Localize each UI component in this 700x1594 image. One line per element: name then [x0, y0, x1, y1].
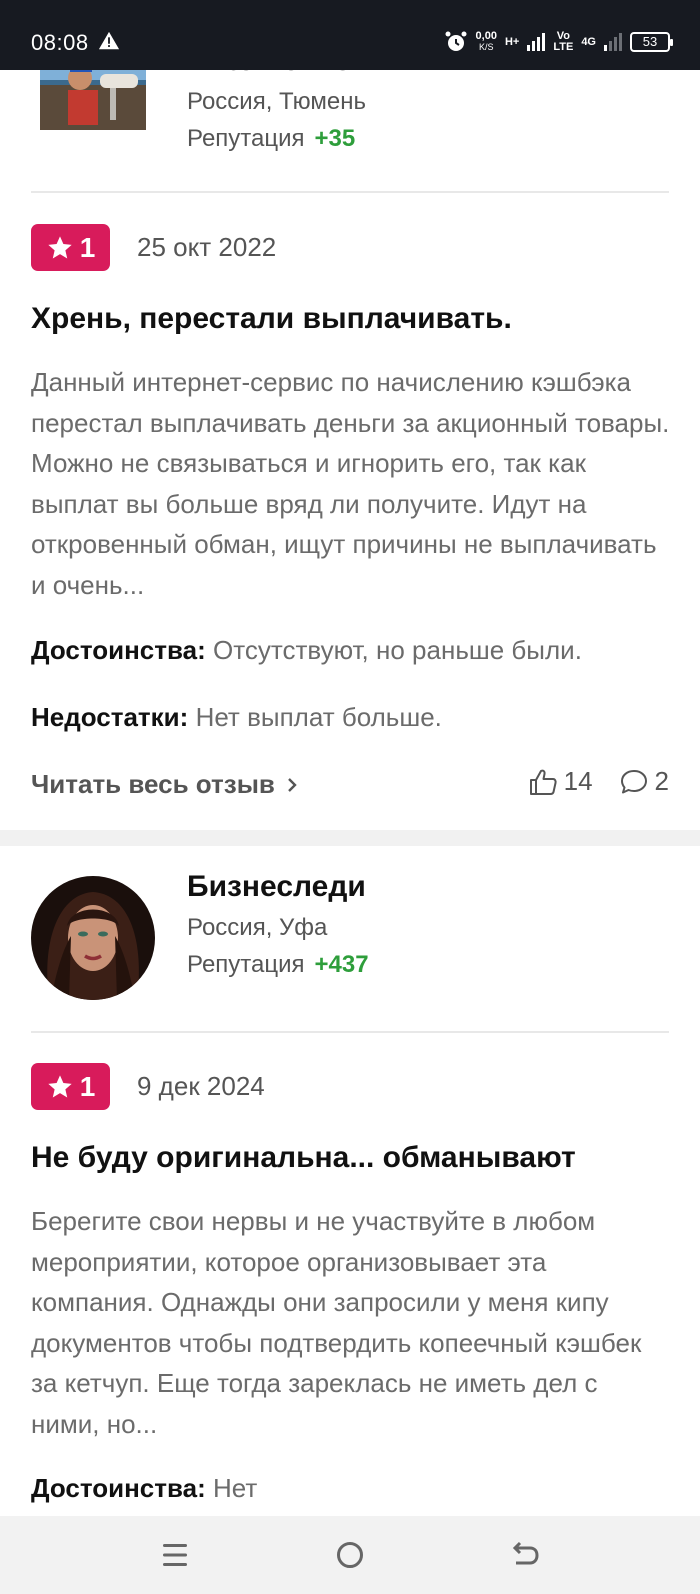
avatar[interactable] [40, 70, 146, 130]
divider [31, 191, 669, 193]
reviews-feed[interactable]: Antonio Mo Россия, Тюмень Репутация +35 1… [0, 70, 700, 1516]
review-title[interactable]: Хрень, перестали выплачивать. [31, 302, 671, 336]
rating-badge: 1 [31, 1063, 110, 1110]
review-cons: Недостатки: Нет выплат больше. [31, 702, 671, 733]
reputation-label: Репутация [187, 125, 305, 152]
net-speed-unit: K/S [479, 42, 494, 52]
battery-icon: 53 [630, 32, 673, 52]
like-button[interactable]: 14 [528, 766, 593, 797]
reputation-value: +35 [314, 125, 356, 152]
signal-icon-2 [604, 33, 622, 51]
net-type-volte: Vo LTE [553, 31, 573, 53]
chevron-right-icon [288, 777, 297, 792]
status-icons: 0,00 K/S H+ Vo LTE 4G 53 [444, 28, 673, 56]
review-separator [0, 830, 700, 846]
read-full-review-link[interactable]: Читать весь отзыв [31, 769, 299, 800]
review-date: 9 дек 2024 [137, 1071, 265, 1101]
net-speed: 0,00 K/S [476, 31, 497, 53]
rating-value: 1 [79, 231, 96, 263]
review-title[interactable]: Не буду оригинальна... обманывают [31, 1141, 671, 1175]
avatar[interactable] [31, 876, 155, 1000]
home-icon[interactable] [333, 1538, 367, 1572]
likes-count: 14 [563, 766, 593, 796]
review-author[interactable]: Бизнеследи Россия, Уфа Репутация +437 [0, 856, 700, 1006]
rating-badge: 1 [31, 224, 110, 271]
star-icon [48, 235, 72, 258]
review-stats: 14 2 [528, 766, 669, 797]
warning-icon [98, 31, 120, 50]
author-reputation: Репутация +437 [187, 951, 369, 979]
net-speed-value: 0,00 [475, 30, 497, 42]
review-body[interactable]: Берегите свои нервы и не участвуйте в лю… [31, 1201, 671, 1444]
menu-icon[interactable] [158, 1538, 192, 1572]
author-location: Россия, Тюмень [187, 88, 366, 115]
comment-icon [620, 769, 647, 793]
rating-value: 1 [79, 1070, 96, 1102]
pros-text: Отсутствуют, но раньше были. [213, 635, 582, 665]
divider [31, 1031, 669, 1033]
reputation-value: +437 [314, 951, 369, 978]
review-pros: Достоинства: Отсутствуют, но раньше были… [31, 635, 671, 666]
review-pros: Достоинства: Нет [31, 1473, 671, 1504]
status-bar: 08:08 0,00 K/S H+ Vo LTE 4G 53 [0, 0, 700, 70]
star-icon [48, 1074, 72, 1097]
review-author[interactable]: Antonio Mo Россия, Тюмень Репутация +35 [0, 70, 700, 190]
signal-icon [527, 33, 546, 51]
read-more-label: Читать весь отзыв [31, 769, 275, 799]
author-name[interactable]: Antonio Mo [187, 70, 352, 78]
review-body[interactable]: Данный интернет-сервис по начислению кэш… [31, 362, 671, 605]
alarm-icon [445, 31, 467, 51]
reputation-label: Репутация [187, 951, 305, 978]
pros-label: Достоинства: [31, 635, 206, 665]
author-reputation: Репутация +35 [187, 125, 355, 153]
net-type-hplus: H+ [504, 35, 520, 48]
author-location: Россия, Уфа [187, 914, 328, 941]
comments-count: 2 [654, 766, 669, 796]
cons-text: Нет выплат больше. [195, 702, 442, 732]
net-type-4g: 4G [581, 35, 596, 48]
volte-bottom: LTE [553, 41, 574, 53]
review-date: 25 окт 2022 [137, 232, 277, 262]
author-name[interactable]: Бизнеследи [187, 870, 366, 904]
cons-label: Недостатки: [31, 702, 189, 732]
system-nav-bar [0, 1516, 700, 1594]
status-time: 08:08 [31, 30, 89, 55]
comments-button[interactable]: 2 [619, 766, 669, 797]
thumbs-up-icon [529, 769, 557, 795]
pros-label: Достоинства: [31, 1473, 206, 1503]
back-icon[interactable] [508, 1538, 542, 1572]
pros-text: Нет [213, 1473, 258, 1503]
